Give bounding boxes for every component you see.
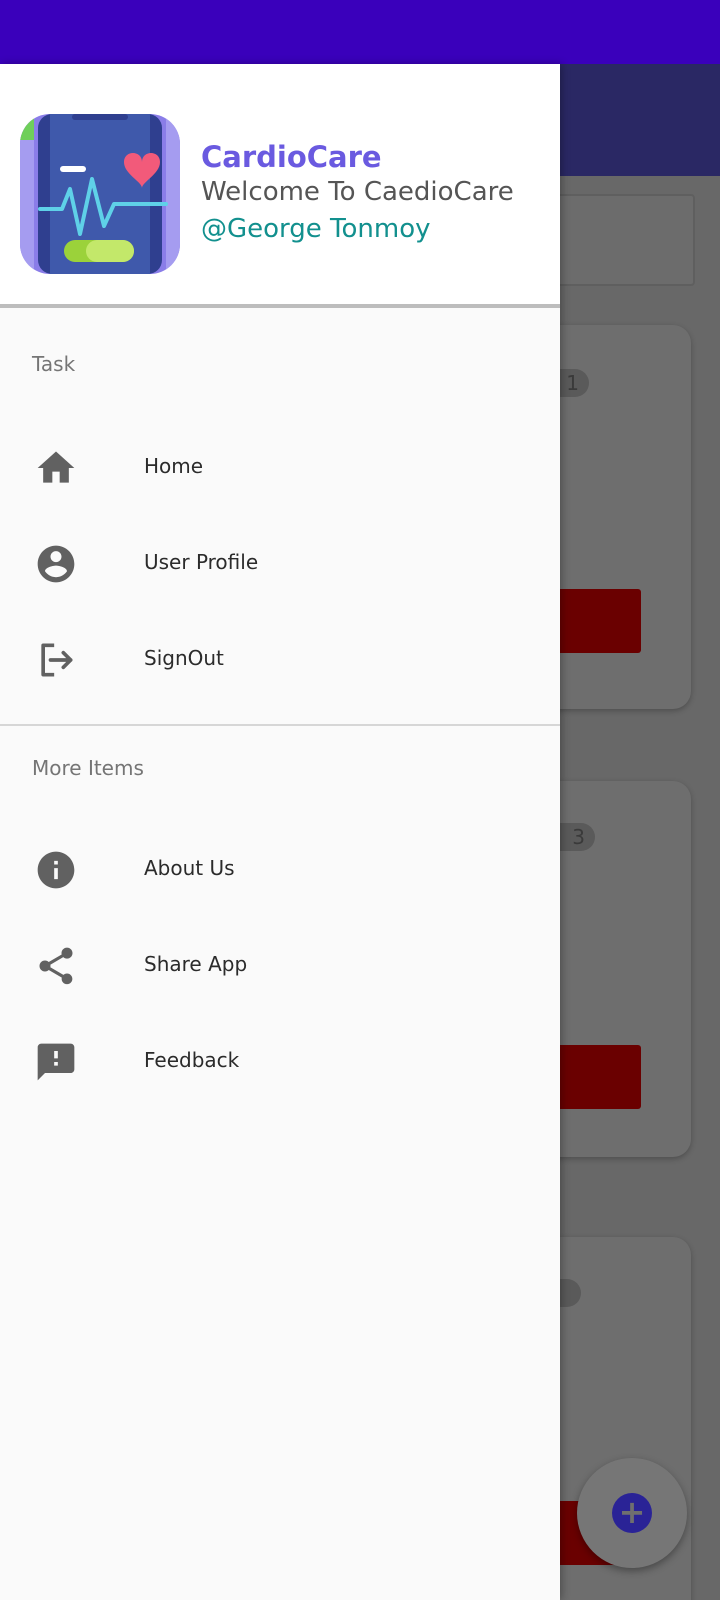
section-title-more-items: More Items — [32, 756, 144, 780]
menu-item-share-app[interactable]: Share App — [0, 918, 560, 1014]
menu-item-about-us[interactable]: About Us — [0, 822, 560, 918]
logout-icon — [34, 638, 78, 682]
section-title-task: Task — [32, 352, 76, 376]
navigation-drawer: CardioCare Welcome To CaedioCare @George… — [0, 64, 560, 1600]
menu-label: Share App — [144, 952, 248, 976]
drawer-header: CardioCare Welcome To CaedioCare @George… — [0, 64, 560, 304]
menu-item-signout[interactable]: SignOut — [0, 612, 560, 708]
status-bar — [0, 0, 720, 64]
section-divider — [0, 724, 560, 726]
menu-label: About Us — [144, 856, 235, 880]
username: @George Tonmoy — [201, 214, 431, 244]
menu-label: Feedback — [144, 1048, 240, 1072]
menu-label: SignOut — [144, 646, 224, 670]
account-circle-icon — [34, 542, 78, 586]
menu-label: Home — [144, 454, 204, 478]
header-divider — [0, 304, 560, 308]
info-icon — [34, 848, 78, 892]
app-name: CardioCare — [201, 140, 382, 174]
share-icon — [34, 944, 78, 988]
menu-item-user-profile[interactable]: User Profile — [0, 516, 560, 612]
home-icon — [34, 446, 78, 490]
heartbeat-phone-icon — [20, 114, 180, 274]
menu-item-feedback[interactable]: Feedback — [0, 1014, 560, 1110]
menu-item-home[interactable]: Home — [0, 420, 560, 516]
welcome-text: Welcome To CaedioCare — [201, 177, 514, 207]
menu-label: User Profile — [144, 550, 259, 574]
feedback-icon — [34, 1040, 78, 1084]
add-fab-button: + — [577, 1458, 687, 1568]
plus-icon: + — [612, 1493, 652, 1533]
